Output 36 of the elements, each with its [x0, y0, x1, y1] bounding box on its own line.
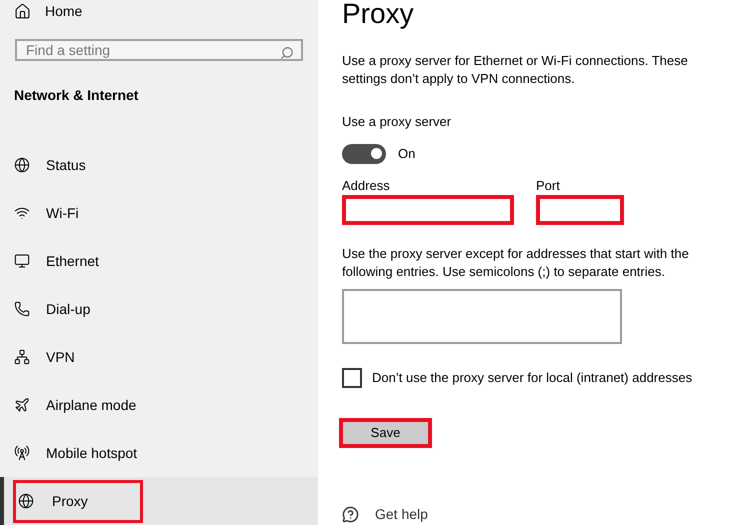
sidebar-item[interactable]: Dial-up — [0, 285, 318, 333]
section-heading: Network & Internet — [13, 86, 140, 105]
home-icon — [14, 2, 31, 20]
sidebar-item[interactable]: VPN — [0, 333, 318, 381]
port-label: Port — [536, 178, 561, 194]
port-field[interactable] — [536, 194, 624, 224]
sidebar-item[interactable]: Ethernet — [0, 237, 318, 285]
airplane-icon — [14, 397, 30, 413]
checkbox[interactable] — [342, 368, 362, 388]
monitor-icon — [14, 253, 30, 269]
sidebar-item[interactable]: Wi-Fi — [0, 189, 318, 237]
search-icon — [280, 46, 294, 60]
description-text: Use a proxy server for Ethernet or Wi-Fi connections. These settings don’t apply to VPN connections. — [342, 52, 689, 88]
address-label: Address — [342, 178, 391, 194]
antenna-icon — [14, 445, 30, 461]
sidebar-item[interactable]: Proxy — [0, 477, 318, 525]
checkbox-label: Don’t use the proxy server for local (intranet) addresses — [372, 369, 692, 388]
help-link[interactable]: Get help — [342, 504, 717, 525]
search-field[interactable]: Find a setting — [15, 38, 303, 61]
save-button[interactable]: Save — [339, 418, 432, 448]
sidebar-item[interactable]: Mobile hotspot — [0, 429, 318, 477]
exceptions-text: Use the proxy server except for addresses that start with the following entries. Use semicolons (;) to separate entries. — [342, 244, 690, 280]
sidebar-item[interactable]: Status — [0, 141, 318, 189]
globe-icon — [14, 157, 30, 173]
globe-icon — [18, 493, 34, 509]
proxy-toggle[interactable] — [342, 144, 386, 164]
page-title: Proxy — [342, 0, 415, 30]
toggle-state: On — [398, 144, 416, 163]
sidebar-item[interactable]: Airplane mode — [0, 381, 318, 429]
exceptions-field[interactable] — [342, 288, 622, 344]
help-icon — [342, 506, 359, 523]
phone-icon — [14, 301, 30, 317]
home-link[interactable]: Home — [0, 0, 318, 23]
toggle-label: Use a proxy server — [342, 113, 452, 131]
address-field[interactable] — [342, 194, 514, 224]
network-icon — [14, 349, 30, 365]
